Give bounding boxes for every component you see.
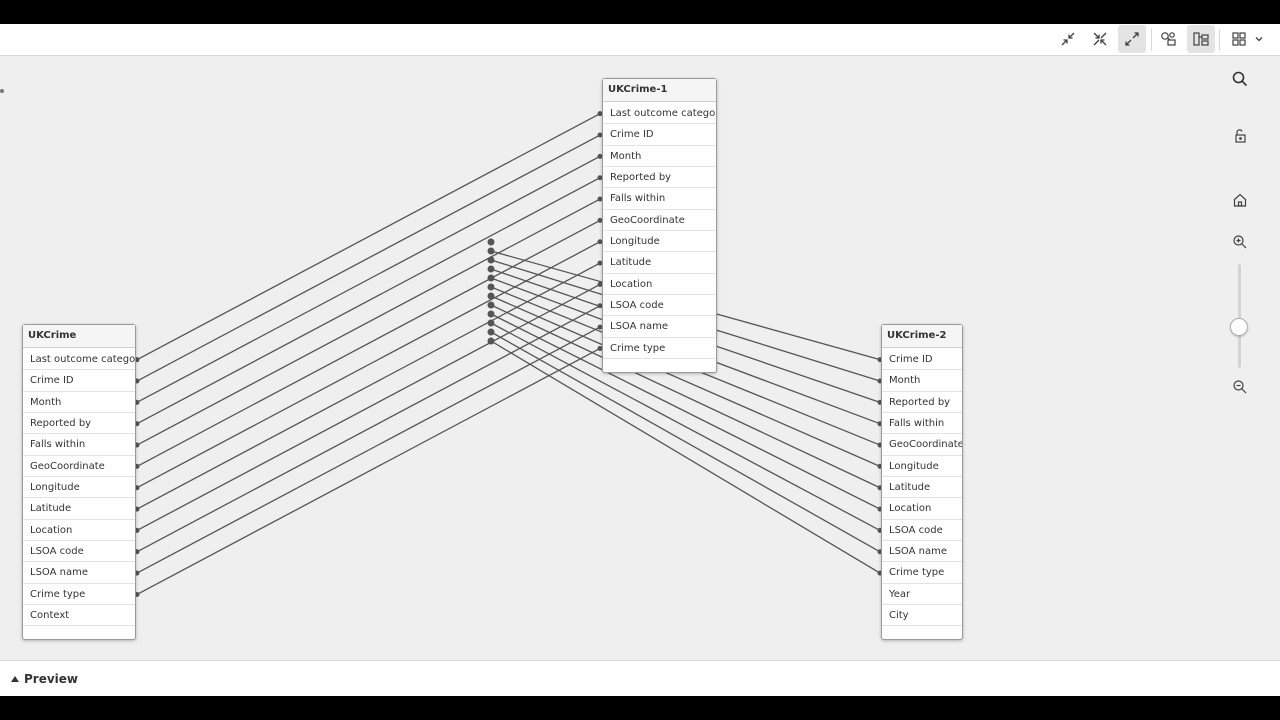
field-row[interactable]: Crime type: [603, 338, 716, 360]
field-row[interactable]: LSOA code: [603, 295, 716, 317]
field-row[interactable]: Longitude: [23, 477, 135, 499]
field-row[interactable]: Month: [603, 146, 716, 168]
field-row[interactable]: GeoCoordinate: [603, 210, 716, 232]
unlock-icon: [1235, 129, 1246, 143]
link-endpoint: [487, 292, 495, 300]
field-row[interactable]: LSOA name: [23, 562, 135, 584]
table-title: UKCrime-2: [882, 325, 962, 348]
source-view-button[interactable]: [1187, 25, 1215, 53]
zoom-slider-track[interactable]: [1238, 264, 1241, 368]
link-endpoint: [487, 337, 495, 345]
shrink-icon: [1093, 32, 1107, 46]
field-row[interactable]: City: [882, 605, 962, 627]
field-row[interactable]: Reported by: [23, 413, 135, 435]
internal-view-icon: [1161, 32, 1176, 46]
source-view-icon: [1193, 32, 1209, 46]
field-row[interactable]: Year: [882, 584, 962, 606]
field-row[interactable]: Falls within: [23, 434, 135, 456]
link-endpoint: [487, 283, 495, 291]
collapse-all-button[interactable]: [1054, 25, 1082, 53]
field-row[interactable]: Location: [882, 498, 962, 520]
field-list: Crime ID Month Reported by Falls within GeoC…: [882, 348, 962, 627]
field-row[interactable]: Location: [603, 274, 716, 296]
table-ukcrime-2[interactable]: UKCrime-2 Crime ID Month Reported by Falls …: [881, 324, 963, 640]
link-endpoint: [487, 310, 495, 318]
link-endpoint: [487, 247, 495, 255]
table-title: UKCrime-1: [603, 79, 716, 102]
field-row[interactable]: Month: [23, 392, 135, 414]
field-row[interactable]: Month: [882, 370, 962, 392]
field-row[interactable]: Latitude: [603, 252, 716, 274]
preview-toggle[interactable]: Preview: [0, 672, 78, 686]
field-row[interactable]: Crime ID: [603, 124, 716, 146]
grid-icon: [1232, 32, 1246, 46]
field-row[interactable]: Crime type: [23, 584, 135, 606]
link-endpoint: [487, 328, 495, 336]
preview-label: Preview: [24, 671, 79, 686]
field-row[interactable]: Longitude: [882, 456, 962, 478]
field-row[interactable]: Latitude: [882, 477, 962, 499]
field-row[interactable]: Crime ID: [23, 370, 135, 392]
lock-layout-button[interactable]: [1225, 121, 1255, 151]
internal-view-button[interactable]: [1155, 25, 1183, 53]
home-button[interactable]: [1225, 185, 1255, 215]
field-row[interactable]: LSOA name: [603, 316, 716, 338]
zoom-slider-handle[interactable]: [1230, 318, 1248, 336]
zoom-in-icon: [1233, 235, 1247, 249]
table-title: UKCrime: [23, 325, 135, 348]
toolbar-separator: [1151, 29, 1152, 51]
show-linked-fields-button[interactable]: [1086, 25, 1114, 53]
triangle-up-icon: [11, 675, 19, 682]
preview-panel-bar: Preview: [0, 660, 1280, 696]
field-row[interactable]: GeoCoordinate: [23, 456, 135, 478]
home-icon: [1233, 193, 1247, 207]
expand-all-button[interactable]: [1118, 25, 1146, 53]
toolbar-separator: [1219, 29, 1220, 51]
expand-icon: [1125, 32, 1139, 46]
collapse-icon: [1061, 32, 1075, 46]
chevron-down-icon: [1255, 37, 1263, 42]
search-icon: [1232, 71, 1248, 87]
zoom-out-icon: [1233, 380, 1247, 394]
field-row[interactable]: Longitude: [603, 231, 716, 253]
data-model-viewer: UKCrime Last outcome category Crime ID Mon…: [0, 24, 1280, 696]
zoom-out-button[interactable]: [1225, 372, 1255, 402]
zoom-in-button[interactable]: [1225, 227, 1255, 257]
table-ukcrime[interactable]: UKCrime Last outcome category Crime ID Mon…: [22, 324, 136, 640]
field-list: Last outcome category Crime ID Month Report…: [603, 102, 716, 360]
field-row[interactable]: Location: [23, 520, 135, 542]
layout-menu-button[interactable]: [1226, 25, 1270, 53]
field-row[interactable]: GeoCoordinate: [882, 434, 962, 456]
link-endpoint: [487, 319, 495, 327]
search-button[interactable]: [1225, 64, 1255, 94]
field-row[interactable]: Crime ID: [882, 349, 962, 371]
field-row[interactable]: Reported by: [882, 392, 962, 414]
canvas-tools: [1222, 56, 1258, 436]
link-endpoint: [487, 238, 495, 246]
field-row[interactable]: Falls within: [603, 188, 716, 210]
table-ukcrime-1[interactable]: UKCrime-1 Last outcome category Crime ID M…: [602, 78, 717, 373]
field-row[interactable]: Last outcome category: [23, 349, 135, 371]
field-row[interactable]: LSOA code: [882, 520, 962, 542]
field-row[interactable]: Reported by: [603, 167, 716, 189]
association-line: [490, 340, 881, 574]
field-list: Last outcome category Crime ID Month Report…: [23, 348, 135, 627]
field-row[interactable]: Latitude: [23, 498, 135, 520]
link-endpoint: [487, 301, 495, 309]
link-endpoint: [487, 265, 495, 273]
field-row[interactable]: LSOA name: [882, 541, 962, 563]
model-canvas[interactable]: UKCrime Last outcome category Crime ID Mon…: [0, 56, 1280, 660]
toolbar: [0, 24, 1280, 56]
field-row[interactable]: Last outcome category: [603, 103, 716, 125]
field-row[interactable]: Crime type: [882, 562, 962, 584]
field-row[interactable]: Context: [23, 605, 135, 627]
field-row[interactable]: Falls within: [882, 413, 962, 435]
field-row[interactable]: LSOA code: [23, 541, 135, 563]
